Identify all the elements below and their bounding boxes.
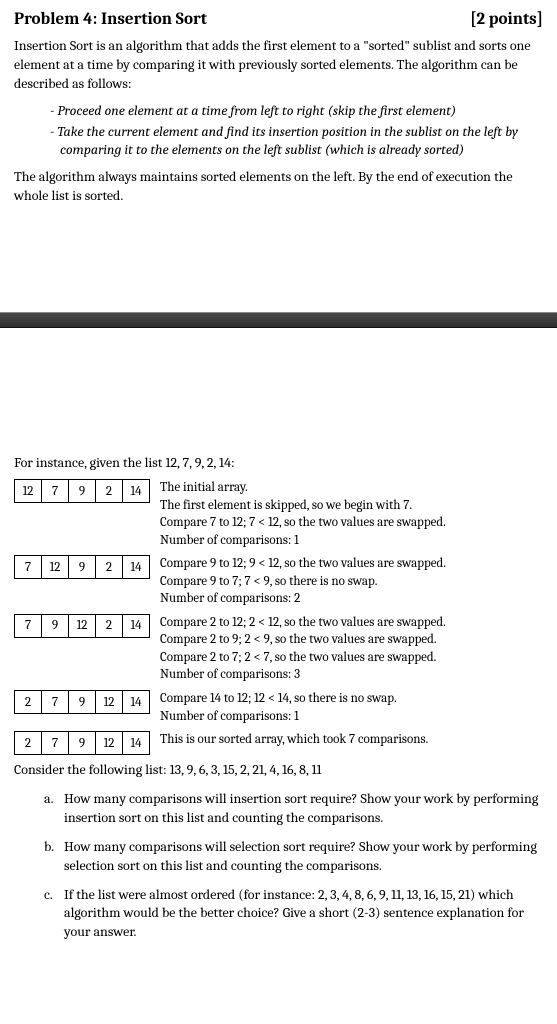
- array-cell: 7: [15, 556, 42, 579]
- intro-paragraph: Insertion Sort is an algorithm that adds…: [14, 37, 543, 94]
- array-cell: 9: [69, 691, 96, 714]
- array-cell: 12: [96, 732, 123, 755]
- step-line: Number of comparisons: 2: [160, 590, 543, 608]
- problem-points: [2 points]: [470, 10, 543, 29]
- question-text: If the list were almost ordered (for ins…: [64, 886, 543, 943]
- array-cell: 2: [96, 614, 123, 637]
- array-cell: 7: [42, 480, 69, 503]
- bullet-item: - Proceed one element at a time from lef…: [50, 102, 543, 121]
- array-cell: 12: [42, 556, 69, 579]
- step-line: Number of comparisons: 3: [160, 666, 543, 684]
- array-cell: 14: [123, 614, 150, 637]
- array-table: 1279214: [14, 479, 150, 503]
- algorithm-bullets: - Proceed one element at a time from lef…: [50, 102, 543, 161]
- step-line: Compare 9 to 12; 9 < 12, so the two valu…: [160, 555, 543, 573]
- step-description: Compare 9 to 12; 9 < 12, so the two valu…: [160, 555, 543, 608]
- problem-title: Problem 4: Insertion Sort: [14, 10, 207, 29]
- array-table: 2791214: [14, 731, 150, 755]
- array-cell: 2: [96, 556, 123, 579]
- array-cell: 14: [123, 556, 150, 579]
- question-label: c.: [44, 886, 64, 943]
- question-text: How many comparisons will insertion sort…: [64, 790, 543, 828]
- steps-container: 1279214The initial array.The first eleme…: [14, 479, 543, 755]
- after-bullets-paragraph: The algorithm always maintains sorted el…: [14, 168, 543, 206]
- step-line: Compare 14 to 12; 12 < 14, so there is n…: [160, 690, 543, 708]
- step-line: Number of comparisons: 1: [160, 708, 543, 726]
- array-table: 2791214: [14, 690, 150, 714]
- question-label: a.: [44, 790, 64, 828]
- question-c: c. If the list were almost ordered (for …: [44, 886, 543, 943]
- array-cell: 7: [42, 691, 69, 714]
- step-line: The initial array.: [160, 479, 543, 497]
- array-cell: 2: [15, 691, 42, 714]
- step-line: This is our sorted array, which took 7 c…: [160, 731, 543, 749]
- step-block: 2791214 This is our sorted array, which t…: [14, 731, 543, 755]
- array-cell: 7: [15, 614, 42, 637]
- array-cell: 12: [15, 480, 42, 503]
- question-label: b.: [44, 838, 64, 876]
- example-intro: For instance, given the list 12, 7, 9, 2…: [14, 454, 543, 473]
- step-line: Number of comparisons: 1: [160, 532, 543, 550]
- consider-list: Consider the following list: 13, 9, 6, 3…: [14, 761, 543, 780]
- array-cell: 14: [123, 480, 150, 503]
- array-cell: 9: [69, 556, 96, 579]
- step-line: The first element is skipped, so we begi…: [160, 497, 543, 515]
- step-description: This is our sorted array, which took 7 c…: [160, 731, 543, 749]
- step-line: Compare 7 to 12; 7 < 12, so the two valu…: [160, 514, 543, 532]
- questions-list: a. How many comparisons will insertion s…: [44, 790, 543, 942]
- array-cell: 2: [15, 732, 42, 755]
- array-cell: 2: [96, 480, 123, 503]
- array-table: 7129214: [14, 555, 150, 579]
- array-cell: 9: [42, 614, 69, 637]
- question-b: b. How many comparisons will selection s…: [44, 838, 543, 876]
- step-description: Compare 14 to 12; 12 < 14, so there is n…: [160, 690, 543, 725]
- bullet-item: - Take the current element and find its …: [50, 123, 543, 161]
- step-line: Compare 2 to 9; 2 < 9, so the two values…: [160, 631, 543, 649]
- step-block: 7129214 Compare 9 to 12; 9 < 12, so the t…: [14, 555, 543, 608]
- array-table: 7912214: [14, 614, 150, 638]
- question-text: How many comparisons will selection sort…: [64, 838, 543, 876]
- step-line: Compare 2 to 7; 2 < 7, so the two values…: [160, 649, 543, 667]
- step-description: Compare 2 to 12; 2 < 12, so the two valu…: [160, 614, 543, 684]
- step-block: 7912214 Compare 2 to 12; 2 < 12, so the t…: [14, 614, 543, 684]
- array-cell: 14: [123, 732, 150, 755]
- step-description: The initial array.The first element is s…: [160, 479, 543, 549]
- array-cell: 14: [123, 691, 150, 714]
- problem-header: Problem 4: Insertion Sort [2 points]: [14, 10, 543, 29]
- array-cell: 12: [69, 614, 96, 637]
- array-cell: 9: [69, 480, 96, 503]
- step-block: 2791214 Compare 14 to 12; 12 < 14, so the…: [14, 690, 543, 725]
- array-cell: 7: [42, 732, 69, 755]
- array-cell: 12: [96, 691, 123, 714]
- question-a: a. How many comparisons will insertion s…: [44, 790, 543, 828]
- step-line: Compare 2 to 12; 2 < 12, so the two valu…: [160, 614, 543, 632]
- step-block: 1279214 The initial array.The first eleme…: [14, 479, 543, 549]
- array-cell: 9: [69, 732, 96, 755]
- page-divider: [0, 312, 557, 328]
- step-line: Compare 9 to 7; 7 < 9, so there is no sw…: [160, 573, 543, 591]
